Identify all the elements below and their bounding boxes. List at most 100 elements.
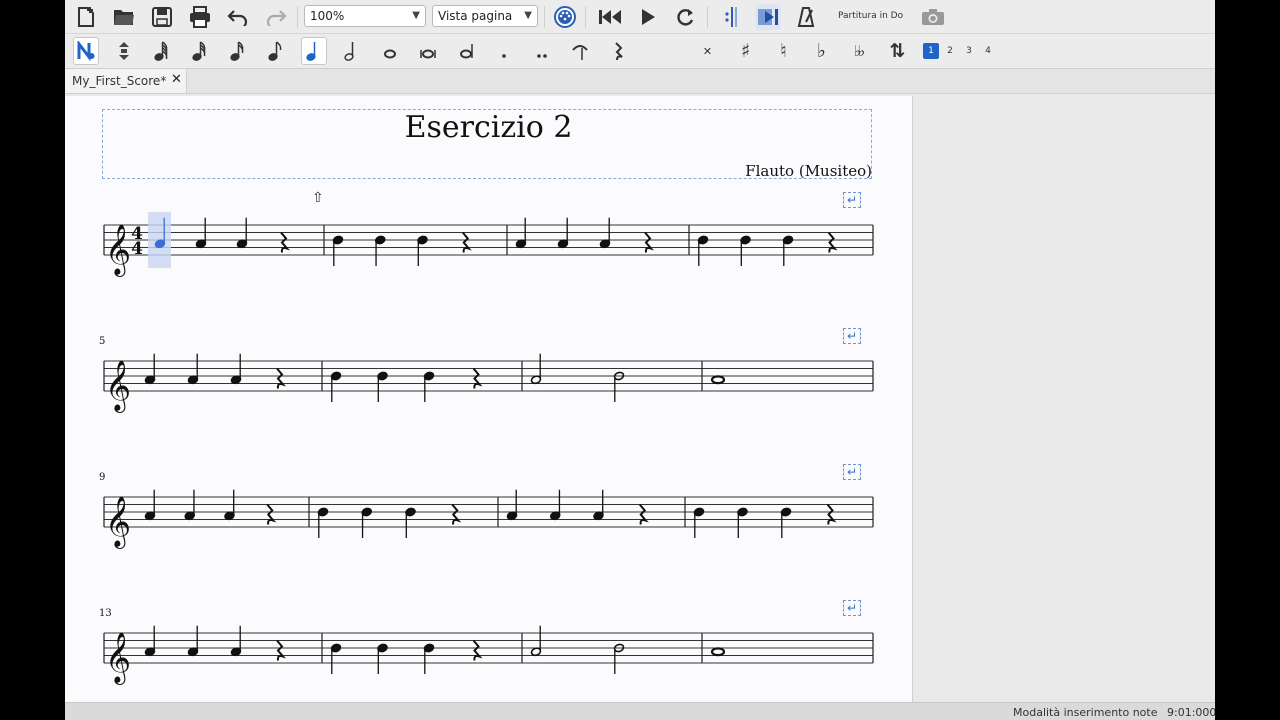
- status-bar: Modalità inserimento note 9:01:000: [65, 702, 1215, 720]
- staff-system[interactable]: 𝄞: [103, 353, 874, 413]
- quarter-rest[interactable]: [472, 367, 483, 389]
- duration-1-16-button[interactable]: [225, 37, 251, 65]
- 1-16-note-icon: [230, 41, 244, 61]
- duration-tie-button[interactable]: [567, 37, 593, 65]
- main-toolbar: 100% ▼ Vista pagina ▼ Partitura in Do: [65, 0, 1215, 34]
- treble-clef[interactable]: 𝄞: [105, 496, 131, 549]
- tab-score[interactable]: My_First_Score*: [65, 69, 187, 93]
- score-tab-bar: My_First_Score* ✕: [65, 69, 1215, 94]
- line-break-icon[interactable]: ↵: [843, 192, 861, 208]
- view-mode-value: Vista pagina: [438, 9, 513, 23]
- quarter-rest[interactable]: [276, 367, 287, 389]
- voice-1-button[interactable]: 1: [923, 43, 939, 59]
- toolbar-divider: [544, 6, 545, 28]
- duration-rest-button[interactable]: [605, 37, 631, 65]
- score-page[interactable]: Esercizio 2 Flauto (Musiteo) ⇧ 𝄞 4 4 𝄞 𝄞 𝄞 ↵ 5…: [65, 96, 913, 702]
- save-icon[interactable]: [149, 4, 175, 30]
- quarter-rest[interactable]: [472, 639, 483, 661]
- open-folder-icon[interactable]: [111, 4, 137, 30]
- staff-system[interactable]: 𝄞: [103, 625, 874, 685]
- staff-system[interactable]: 𝄞: [103, 489, 874, 549]
- duration-quarter-button[interactable]: [301, 37, 327, 65]
- voice-4-button[interactable]: 4: [980, 43, 996, 59]
- measure-number: 13: [99, 608, 112, 619]
- 1-32-note-icon: [192, 41, 206, 61]
- treble-clef[interactable]: 𝄞: [105, 360, 131, 413]
- line-break-icon[interactable]: ↵: [843, 328, 861, 344]
- note-input-mode-button[interactable]: [73, 37, 99, 65]
- redo-icon[interactable]: [263, 4, 289, 30]
- double-sharp-button[interactable]: ✕: [693, 37, 719, 65]
- play-icon[interactable]: [635, 4, 661, 30]
- time-signature-denominator[interactable]: 4: [131, 239, 143, 259]
- quarter-rest[interactable]: [276, 639, 287, 661]
- line-break-icon[interactable]: ↵: [843, 600, 861, 616]
- rewind-icon[interactable]: [595, 4, 625, 30]
- metronome-icon[interactable]: [793, 4, 819, 30]
- duration-dot-button[interactable]: [491, 37, 517, 65]
- duration-1-64-button[interactable]: [149, 37, 175, 65]
- chevron-down-icon: ▼: [412, 10, 420, 21]
- quarter-rest[interactable]: [266, 503, 277, 525]
- natural-icon: ♮: [780, 40, 787, 62]
- duration-longa-button[interactable]: [453, 37, 479, 65]
- duration-breve-button[interactable]: [415, 37, 441, 65]
- tab-title: My_First_Score*: [72, 74, 167, 88]
- quarter-rest[interactable]: [826, 503, 837, 525]
- duration-double-dot-button[interactable]: [529, 37, 555, 65]
- view-mode-select[interactable]: Vista pagina ▼: [432, 5, 538, 27]
- sharp-button[interactable]: ♯: [731, 37, 757, 65]
- quarter-rest[interactable]: [461, 231, 472, 253]
- note-A4-whole[interactable]: [710, 647, 726, 657]
- quarter-rest[interactable]: [451, 503, 462, 525]
- treble-clef[interactable]: 𝄞: [105, 224, 131, 277]
- quarter-rest[interactable]: [644, 231, 655, 253]
- voice-2-button[interactable]: 2: [942, 43, 958, 59]
- midi-input-icon[interactable]: [551, 3, 579, 31]
- toolbar-divider: [585, 6, 586, 28]
- duration-1-8-button[interactable]: [263, 37, 289, 65]
- musescore-window: 100% ▼ Vista pagina ▼ Partitura in Do My…: [65, 0, 1215, 720]
- whole-note-icon: [384, 49, 396, 59]
- zoom-select[interactable]: 100% ▼: [304, 5, 426, 27]
- chevron-down-icon: ▼: [524, 10, 532, 21]
- breve-note-icon: [420, 49, 436, 59]
- treble-clef[interactable]: 𝄞: [105, 632, 131, 685]
- double-flat-button[interactable]: ♭♭: [845, 37, 871, 65]
- undo-icon[interactable]: [225, 4, 251, 30]
- status-position: 9:01:000: [1167, 706, 1215, 719]
- longa-note-icon: [460, 44, 473, 59]
- print-icon[interactable]: [187, 4, 213, 30]
- note-A4-whole[interactable]: [710, 375, 726, 385]
- score-staves[interactable]: 𝄞 44𝄞𝄞𝄞: [65, 96, 912, 702]
- voice-3-button[interactable]: 3: [961, 43, 977, 59]
- staff-system[interactable]: 𝄞 44: [103, 212, 874, 277]
- quarter-note-icon: [306, 42, 316, 61]
- rest-note-icon: [615, 42, 623, 61]
- toolbar-divider: [297, 6, 298, 28]
- double-flat-icon: ♭♭: [853, 42, 865, 60]
- measure-number: 5: [99, 336, 106, 347]
- flip-button[interactable]: ⇅: [883, 37, 909, 65]
- flat-icon: ♭: [817, 40, 826, 62]
- quarter-rest[interactable]: [638, 503, 649, 525]
- half-note-icon: [344, 42, 354, 61]
- sharp-icon: ♯: [740, 40, 750, 62]
- duration-whole-button[interactable]: [377, 37, 403, 65]
- quarter-rest[interactable]: [280, 231, 291, 253]
- step-mode-icon[interactable]: [111, 37, 137, 65]
- natural-button[interactable]: ♮: [769, 37, 795, 65]
- line-break-icon[interactable]: ↵: [843, 464, 861, 480]
- duration-1-32-button[interactable]: [187, 37, 213, 65]
- zoom-value: 100%: [310, 9, 345, 23]
- new-score-icon[interactable]: [73, 4, 99, 30]
- close-icon[interactable]: ✕: [171, 72, 182, 87]
- duration-half-button[interactable]: [339, 37, 365, 65]
- flat-button[interactable]: ♭: [807, 37, 833, 65]
- repeat-play-icon[interactable]: [717, 4, 743, 30]
- loop-icon[interactable]: [673, 4, 699, 30]
- quarter-rest[interactable]: [827, 231, 838, 253]
- camera-icon[interactable]: [919, 4, 947, 30]
- concert-pitch-toggle[interactable]: Partitura in Do: [838, 11, 903, 21]
- pan-score-icon[interactable]: [755, 4, 781, 30]
